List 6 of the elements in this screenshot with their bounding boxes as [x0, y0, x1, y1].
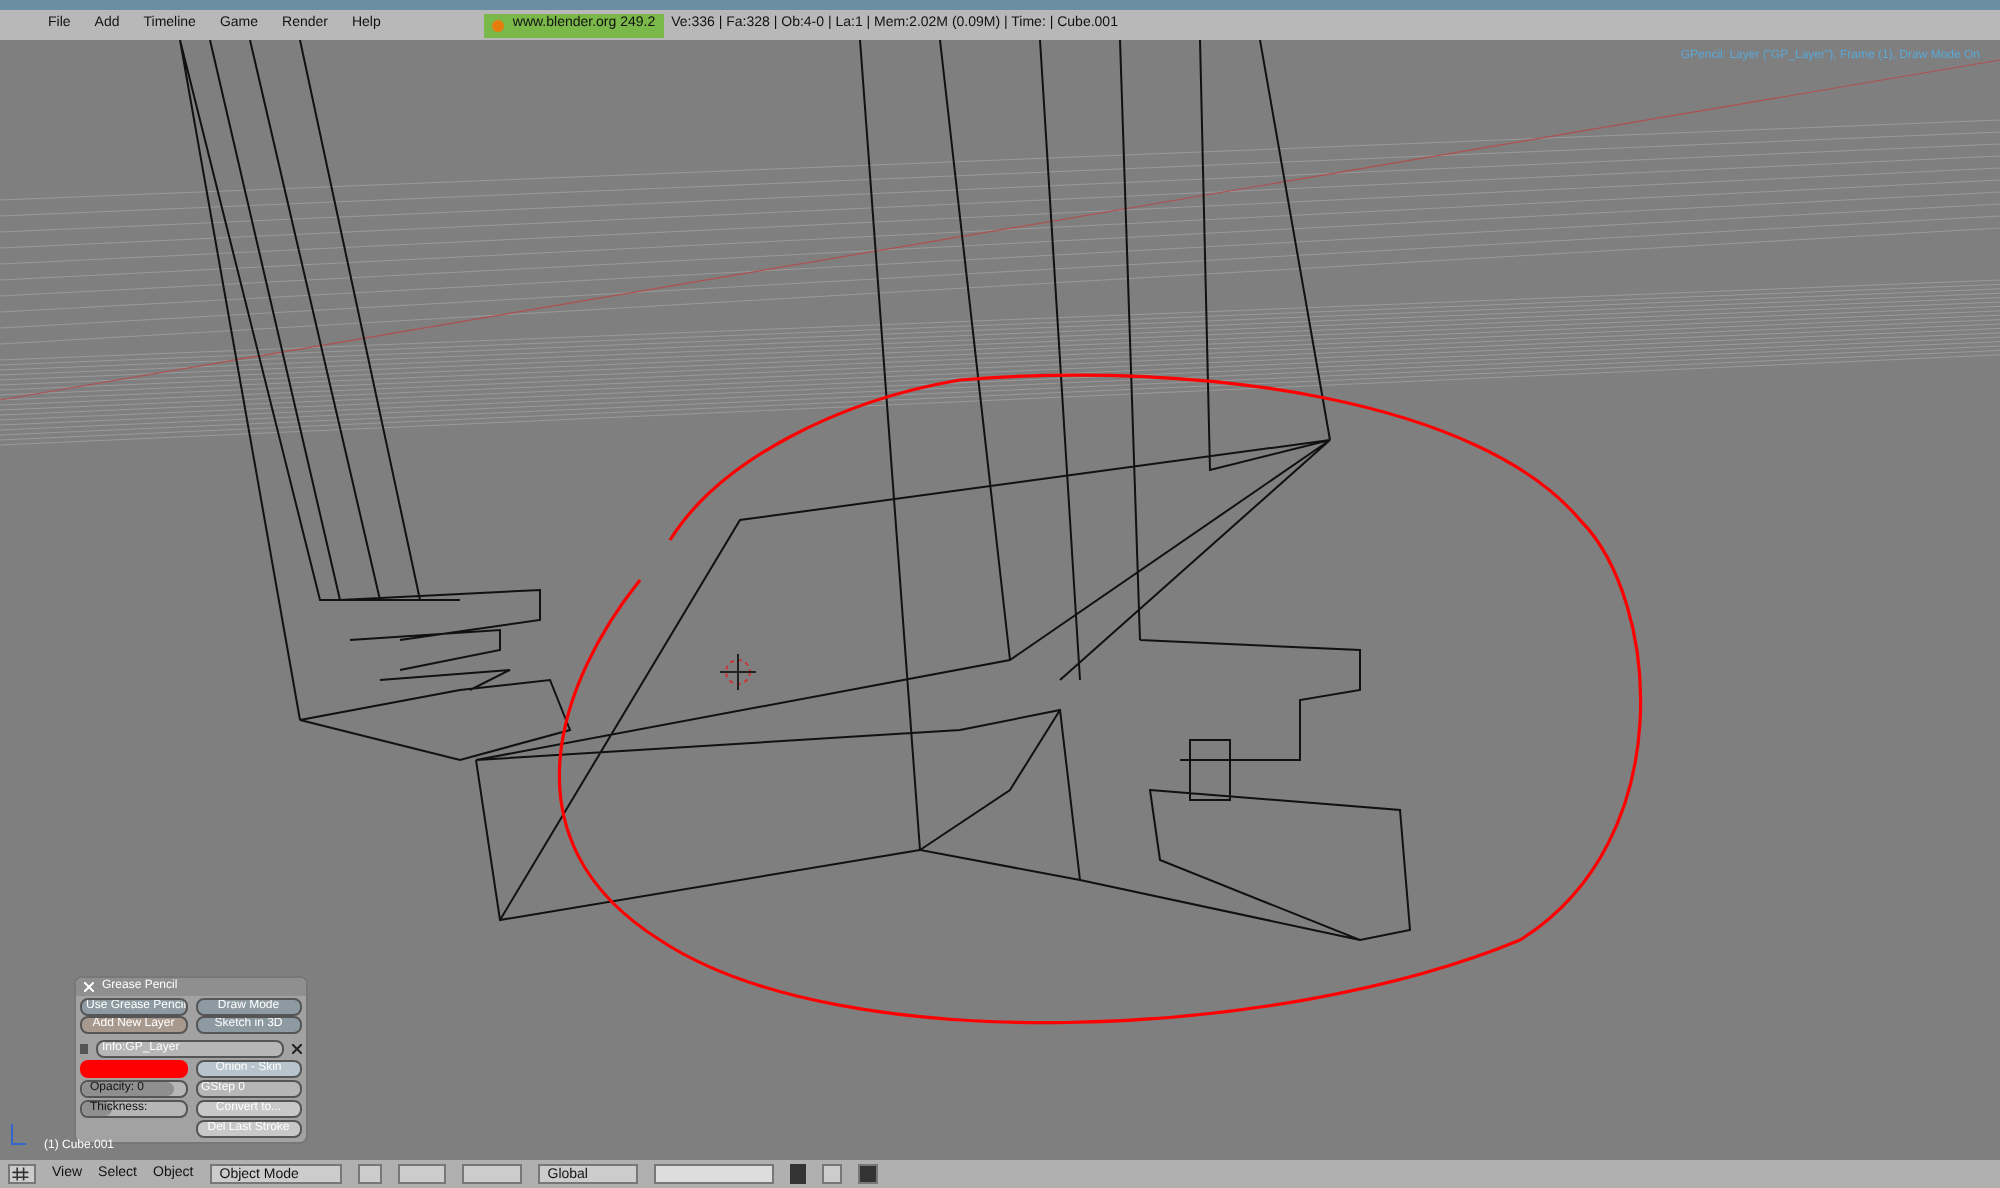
logo-icon [492, 19, 505, 31]
grid-icon[interactable] [8, 1164, 36, 1184]
3d-cursor-icon [719, 653, 757, 691]
axis-icon [8, 1124, 26, 1148]
close-icon[interactable] [292, 1044, 302, 1054]
color-swatch[interactable] [80, 1060, 187, 1078]
